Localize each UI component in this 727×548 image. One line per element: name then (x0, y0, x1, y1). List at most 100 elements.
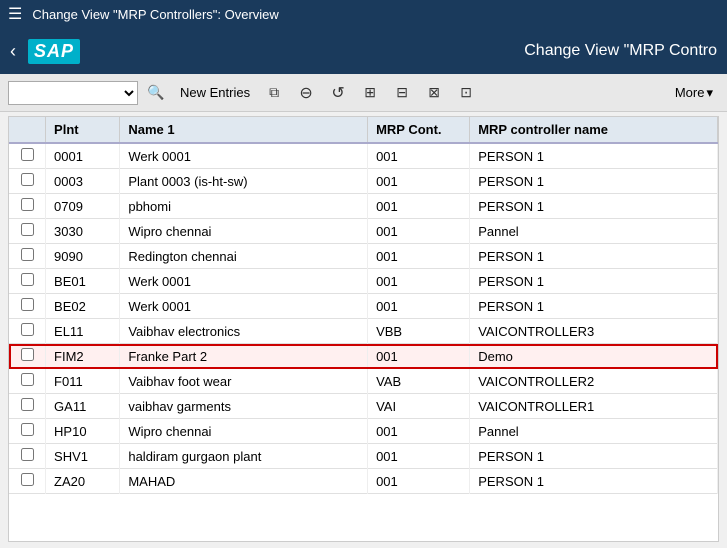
layout-btn3[interactable] (420, 79, 448, 107)
col-header-mrpname: MRP controller name (470, 117, 718, 143)
title-bar: ☰ Change View "MRP Controllers": Overvie… (0, 0, 727, 28)
layout-icon3 (428, 84, 440, 102)
hamburger-menu-icon[interactable]: ☰ (8, 4, 22, 24)
cell-mrp: 001 (368, 469, 470, 494)
cell-mrpname: PERSON 1 (470, 143, 718, 169)
sap-logo-text: SAP (34, 41, 74, 61)
row-checkbox-cell (9, 369, 46, 394)
table-row[interactable]: BE02Werk 0001001PERSON 1 (9, 294, 718, 319)
layout-btn1[interactable] (356, 79, 384, 107)
cell-name: Werk 0001 (120, 269, 368, 294)
delete-button[interactable] (292, 79, 320, 107)
table-row[interactable]: GA11vaibhav garmentsVAIVAICONTROLLER1 (9, 394, 718, 419)
table-row[interactable]: SHV1haldiram gurgaon plant001PERSON 1 (9, 444, 718, 469)
cell-mrp: 001 (368, 294, 470, 319)
row-checkbox[interactable] (21, 273, 34, 286)
cell-plnt: 0001 (46, 143, 120, 169)
cell-mrpname: Pannel (470, 419, 718, 444)
row-checkbox[interactable] (21, 223, 34, 236)
cell-name: Redington chennai (120, 244, 368, 269)
row-checkbox-cell (9, 169, 46, 194)
row-checkbox[interactable] (21, 423, 34, 436)
cell-mrp: VAB (368, 369, 470, 394)
col-header-mrp: MRP Cont. (368, 117, 470, 143)
table-row[interactable]: HP10Wipro chennai001Pannel (9, 419, 718, 444)
cell-plnt: FIM2 (46, 344, 120, 369)
copy-button[interactable] (260, 79, 288, 107)
row-checkbox-cell (9, 219, 46, 244)
table-header-row: Plnt Name 1 MRP Cont. MRP controller nam… (9, 117, 718, 143)
cell-name: pbhomi (120, 194, 368, 219)
table-row[interactable]: 0001Werk 0001001PERSON 1 (9, 143, 718, 169)
table-row[interactable]: F011Vaibhav foot wearVABVAICONTROLLER2 (9, 369, 718, 394)
cell-plnt: 9090 (46, 244, 120, 269)
cell-mrpname: VAICONTROLLER1 (470, 394, 718, 419)
table-row[interactable]: 0003Plant 0003 (is-ht-sw)001PERSON 1 (9, 169, 718, 194)
col-header-plnt: Plnt (46, 117, 120, 143)
cell-name: Wipro chennai (120, 219, 368, 244)
cell-name: Wipro chennai (120, 419, 368, 444)
more-label: More (675, 85, 705, 100)
new-entries-button[interactable]: New Entries (174, 83, 256, 102)
layout-icon2 (396, 84, 408, 102)
layout-btn4[interactable] (452, 79, 480, 107)
cell-plnt: GA11 (46, 394, 120, 419)
table-container: Plnt Name 1 MRP Cont. MRP controller nam… (8, 116, 719, 542)
cell-name: Vaibhav foot wear (120, 369, 368, 394)
row-checkbox[interactable] (21, 373, 34, 386)
table-row[interactable]: FIM2Franke Part 2001Demo (9, 344, 718, 369)
layout-btn2[interactable] (388, 79, 416, 107)
col-header-name: Name 1 (120, 117, 368, 143)
cell-mrp: 001 (368, 169, 470, 194)
row-checkbox[interactable] (21, 473, 34, 486)
row-checkbox[interactable] (21, 173, 34, 186)
cell-mrpname: VAICONTROLLER2 (470, 369, 718, 394)
cell-mrpname: PERSON 1 (470, 269, 718, 294)
more-button[interactable]: More ▾ (669, 83, 719, 103)
cell-name: Werk 0001 (120, 294, 368, 319)
cell-mrp: 001 (368, 344, 470, 369)
cell-mrpname: PERSON 1 (470, 169, 718, 194)
title-bar-text: Change View "MRP Controllers": Overview (32, 7, 278, 22)
row-checkbox-cell (9, 394, 46, 419)
cell-name: vaibhav garments (120, 394, 368, 419)
cell-mrp: 001 (368, 444, 470, 469)
row-checkbox-cell (9, 143, 46, 169)
table-row[interactable]: ZA20MAHAD001PERSON 1 (9, 469, 718, 494)
cell-mrp: 001 (368, 244, 470, 269)
cell-mrpname: Demo (470, 344, 718, 369)
table-row[interactable]: 3030Wipro chennai001Pannel (9, 219, 718, 244)
toolbar: New Entries More ▾ (0, 74, 727, 112)
cell-plnt: 0003 (46, 169, 120, 194)
cell-name: MAHAD (120, 469, 368, 494)
col-header-check (9, 117, 46, 143)
cell-mrpname: PERSON 1 (470, 444, 718, 469)
table-row[interactable]: 9090Redington chennai001PERSON 1 (9, 244, 718, 269)
row-checkbox[interactable] (21, 348, 34, 361)
table-row[interactable]: 0709pbhomi001PERSON 1 (9, 194, 718, 219)
cell-mrpname: PERSON 1 (470, 294, 718, 319)
row-checkbox[interactable] (21, 448, 34, 461)
cell-name: Vaibhav electronics (120, 319, 368, 344)
row-checkbox[interactable] (21, 248, 34, 261)
row-checkbox[interactable] (21, 198, 34, 211)
undo-button[interactable] (324, 79, 352, 107)
cell-plnt: BE02 (46, 294, 120, 319)
back-button[interactable]: ‹ (10, 41, 16, 62)
cell-name: Werk 0001 (120, 143, 368, 169)
row-checkbox[interactable] (21, 148, 34, 161)
cell-plnt: EL11 (46, 319, 120, 344)
row-checkbox-cell (9, 469, 46, 494)
cell-mrpname: PERSON 1 (470, 194, 718, 219)
table-row[interactable]: BE01Werk 0001001PERSON 1 (9, 269, 718, 294)
table-row[interactable]: EL11Vaibhav electronicsVBBVAICONTROLLER3 (9, 319, 718, 344)
row-checkbox[interactable] (21, 323, 34, 336)
search-button[interactable] (142, 79, 170, 107)
row-checkbox[interactable] (21, 398, 34, 411)
cell-mrpname: VAICONTROLLER3 (470, 319, 718, 344)
cell-plnt: 3030 (46, 219, 120, 244)
row-checkbox[interactable] (21, 298, 34, 311)
cell-mrpname: Pannel (470, 219, 718, 244)
view-select[interactable] (8, 81, 138, 105)
row-checkbox-cell (9, 444, 46, 469)
